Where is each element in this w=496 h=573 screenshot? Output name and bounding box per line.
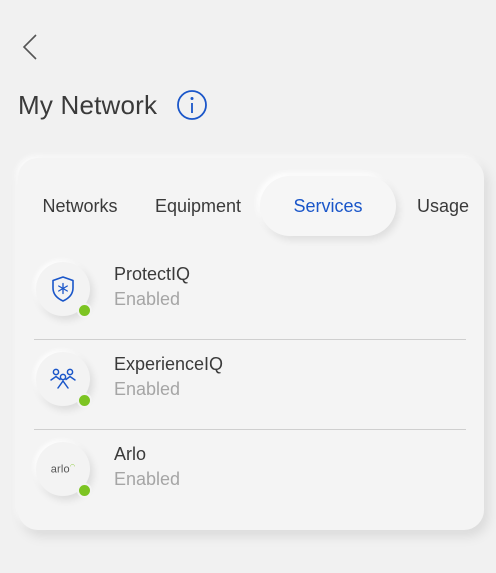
tab-equipment[interactable]: Equipment xyxy=(144,176,252,236)
tab-services[interactable]: Services xyxy=(260,176,396,236)
shield-snowflake-icon xyxy=(52,276,74,302)
info-icon xyxy=(177,90,208,120)
back-button[interactable] xyxy=(18,30,42,64)
service-avatar xyxy=(36,352,92,408)
services-list: ProtectIQ Enabled ExperienceIQ Enabled a… xyxy=(34,250,466,520)
service-status: Enabled xyxy=(114,469,181,489)
info-button[interactable] xyxy=(175,88,209,122)
arlo-logo-mark: ◠ xyxy=(69,463,76,470)
service-status: Enabled xyxy=(114,289,181,309)
family-icon xyxy=(50,368,76,389)
status-dot xyxy=(77,393,92,408)
service-name: ProtectIQ xyxy=(114,264,191,284)
services-card: Networks Equipment Services Usage Protec… xyxy=(18,158,484,530)
title-row: My Network xyxy=(18,88,209,122)
tab-bar: Networks Equipment Services Usage xyxy=(18,176,484,236)
service-name: ExperienceIQ xyxy=(114,354,224,374)
tab-usage[interactable]: Usage xyxy=(410,176,476,236)
arlo-logo: arlo◠ xyxy=(50,463,76,476)
status-dot xyxy=(77,483,92,498)
service-name: Arlo xyxy=(114,444,147,464)
status-dot xyxy=(77,303,92,318)
list-item-experienceiq[interactable]: ExperienceIQ Enabled xyxy=(34,340,466,430)
page-title: My Network xyxy=(18,89,158,120)
service-avatar xyxy=(36,262,92,318)
service-avatar: arlo◠ xyxy=(36,442,92,498)
list-item-protectiq[interactable]: ProtectIQ Enabled xyxy=(34,250,466,340)
service-status: Enabled xyxy=(114,379,181,399)
chevron-left-icon xyxy=(22,34,37,60)
list-item-arlo[interactable]: arlo◠ Arlo Enabled xyxy=(34,430,466,520)
arlo-logo-text: arlo xyxy=(50,463,70,476)
tab-networks[interactable]: Networks xyxy=(32,176,128,236)
